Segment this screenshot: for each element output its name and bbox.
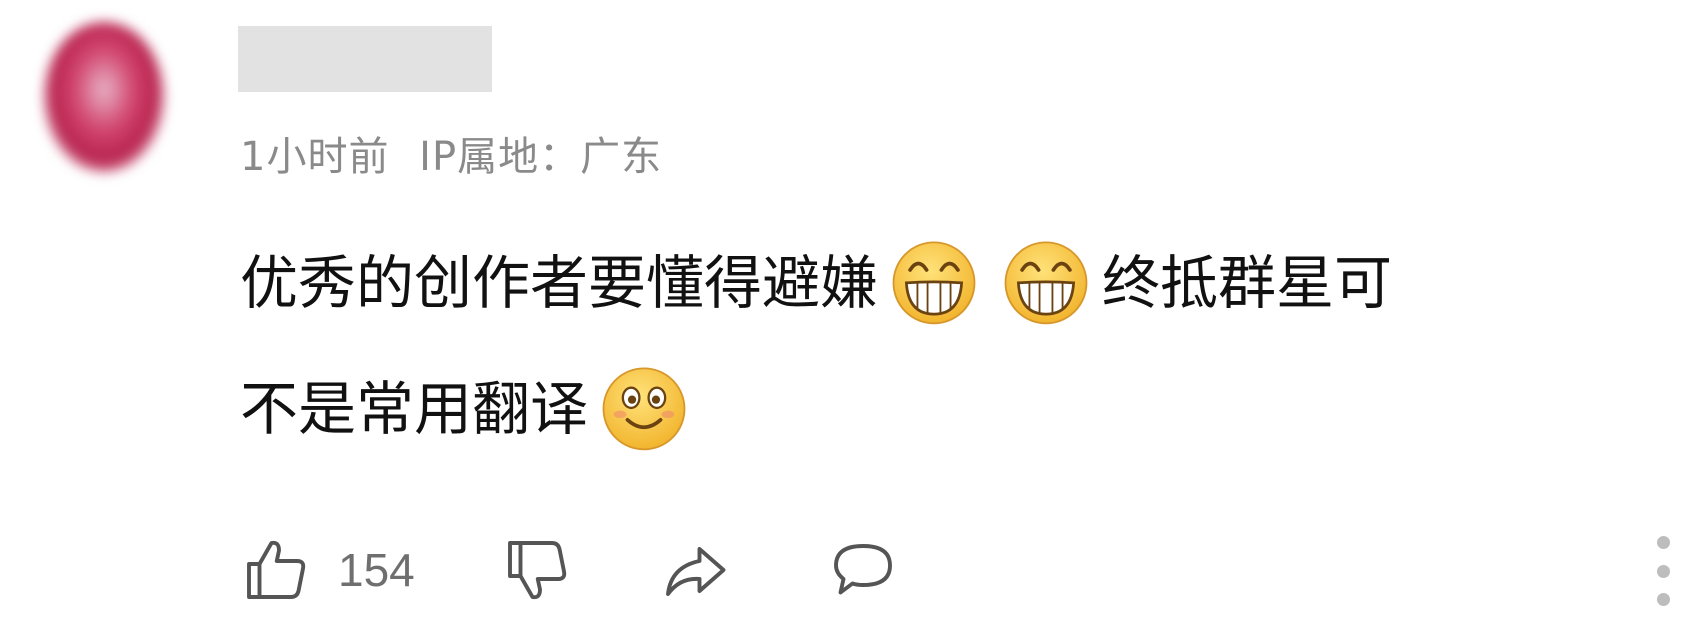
comment-line-2: 不是常用翻译 [240,346,1660,472]
more-vertical-icon[interactable] [1648,536,1678,606]
more-dot [1656,593,1670,606]
reply-button[interactable] [827,530,899,610]
comment-text-part-3: 不是常用翻译 [240,375,589,443]
like-button[interactable]: 154 [240,530,415,610]
like-count: 154 [338,544,415,596]
comment-line-1: 优秀的创作者要懂得避嫌 终抵群星可 [240,220,1660,346]
comment-time: 1小时前 [240,134,390,180]
thumbs-up-icon [247,540,306,599]
comment-icon [833,544,892,595]
comment-meta: 1小时前 IP属地：广东 [240,124,662,182]
grin-emoji [888,235,980,327]
more-dot [1656,536,1670,549]
thumbs-down-icon [507,541,566,600]
avatar[interactable] [44,22,164,172]
smile-emoji [598,361,690,453]
ip-location: IP属地：广东 [419,134,663,180]
share-button[interactable] [659,530,731,610]
more-dot [1656,564,1670,578]
share-icon [665,547,726,596]
comment-text-part-2: 终抵群星可 [1102,249,1393,317]
comment-card: 1小时前 IP属地：广东 优秀的创作者要懂得避嫌 终抵群星可 不是常用翻译 15… [0,0,1705,628]
comment-content: 优秀的创作者要懂得避嫌 终抵群星可 不是常用翻译 [240,241,1660,472]
grin-emoji [1000,235,1092,327]
dislike-button[interactable] [501,530,573,610]
comment-actions: 154 [240,530,899,610]
username-redacted [238,26,492,92]
comment-text-part-1: 优秀的创作者要懂得避嫌 [240,249,879,317]
